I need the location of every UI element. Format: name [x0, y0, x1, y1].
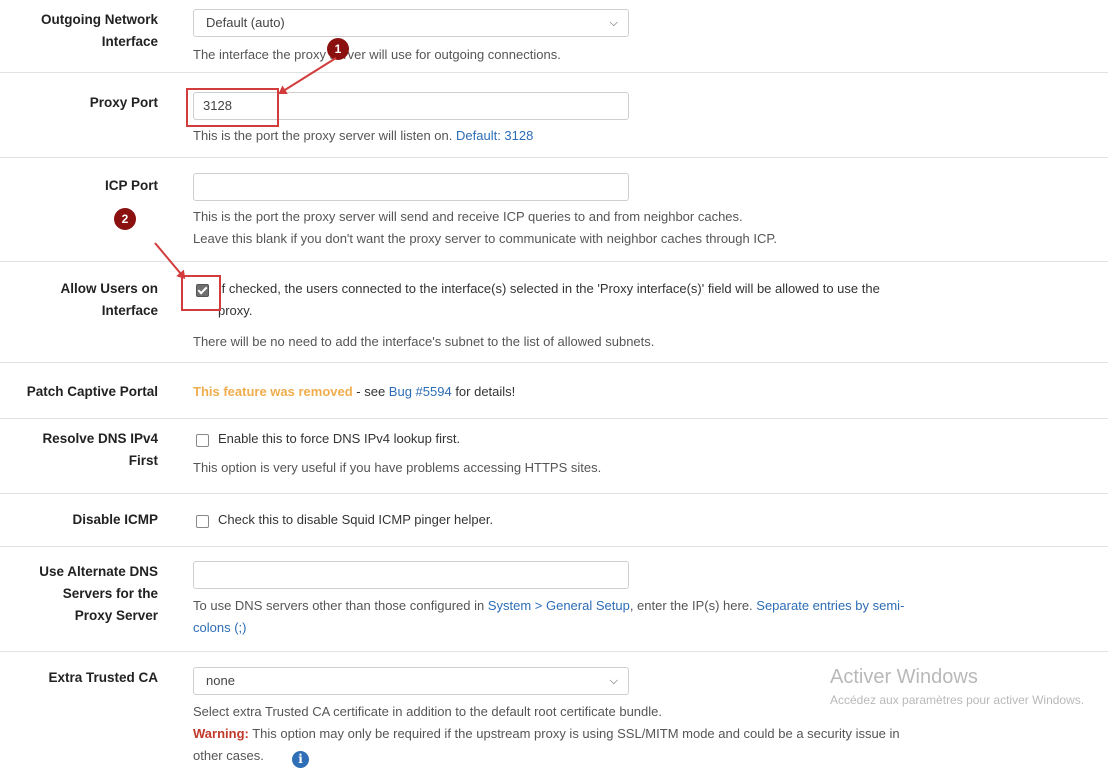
resolve-dns-label: Resolve DNS IPv4 First — [0, 428, 158, 472]
default-port-link[interactable]: Default: 3128 — [456, 128, 533, 143]
select-value: Default (auto) — [206, 15, 285, 30]
label-line: Outgoing Network — [41, 12, 158, 27]
help-text: To use DNS servers other than those conf… — [193, 598, 488, 613]
icp-port-label: ICP Port — [104, 178, 158, 193]
alternate-dns-input[interactable] — [193, 561, 629, 589]
patch-captive-portal-text: This feature was removed - see Bug #5594… — [193, 381, 515, 403]
checkbox-text-line: If checked, the users connected to the i… — [218, 281, 880, 296]
watermark-title: Activer Windows — [830, 666, 978, 688]
outgoing-interface-select[interactable]: Default (auto) ⌵ — [193, 9, 629, 37]
allow-users-checkbox-highlight — [181, 275, 221, 311]
label-line: Resolve DNS IPv4 — [42, 431, 158, 446]
extra-trusted-ca-label: Extra Trusted CA — [48, 670, 158, 685]
annotation-badge-1: 1 — [327, 38, 349, 60]
label-line: Allow Users on — [60, 281, 158, 296]
resolve-dns-text: Enable this to force DNS IPv4 lookup fir… — [218, 431, 461, 446]
label-line: Interface — [101, 34, 158, 49]
label-line: Servers for the — [62, 586, 158, 601]
extra-trusted-ca-help: Select extra Trusted CA certificate in a… — [193, 701, 1093, 767]
warning-line: other cases. — [193, 745, 1093, 767]
patch-captive-portal-row: Patch Captive Portal This feature was re… — [0, 363, 1108, 419]
extra-trusted-ca-select[interactable]: none ⌵ — [193, 667, 629, 695]
resolve-dns-row: Resolve DNS IPv4 First Enable this to fo… — [0, 419, 1108, 494]
label-line: Interface — [101, 303, 158, 318]
allow-users-text: If checked, the users connected to the i… — [218, 278, 880, 322]
select-value: none — [206, 673, 235, 688]
proxy-port-row: Proxy Port 3128 This is the port the pro… — [0, 73, 1108, 158]
chevron-down-icon: ⌵ — [609, 17, 618, 29]
warning-text: This option may only be required if the … — [248, 726, 900, 741]
chevron-down-icon: ⌵ — [609, 675, 618, 687]
alternate-dns-label: Use Alternate DNS Servers for the Proxy … — [0, 561, 158, 627]
allow-users-label: Allow Users on Interface — [0, 278, 158, 322]
disable-icmp-label: Disable ICMP — [72, 512, 158, 527]
resolve-dns-help: This option is very useful if you have p… — [193, 460, 602, 475]
resolve-dns-checkbox[interactable] — [196, 434, 209, 447]
windows-activation-watermark: Activer Windows Accédez aux paramètres p… — [830, 666, 1108, 707]
outgoing-interface-help: The interface the proxy server will use … — [193, 47, 561, 62]
details-text: for details! — [451, 384, 516, 399]
alternate-dns-help: To use DNS servers other than those conf… — [193, 595, 1093, 639]
info-icon[interactable]: i — [292, 751, 309, 768]
warning-line: Warning: This option may only be require… — [193, 723, 1093, 745]
see-text: - see — [352, 384, 389, 399]
separate-entries-link[interactable]: Separate entries by semi- — [756, 598, 904, 613]
allow-users-row: Allow Users on Interface If checked, the… — [0, 262, 1108, 363]
disable-icmp-checkbox[interactable] — [196, 515, 209, 528]
label-line: First — [128, 453, 158, 468]
proxy-port-help: This is the port the proxy server will l… — [193, 125, 533, 147]
help-line: To use DNS servers other than those conf… — [193, 595, 1093, 617]
outgoing-interface-row: Outgoing Network Interface Default (auto… — [0, 0, 1108, 73]
annotation-badge-2: 2 — [114, 208, 136, 230]
alternate-dns-row: Use Alternate DNS Servers for the Proxy … — [0, 547, 1108, 652]
help-text: This is the port the proxy server will l… — [193, 128, 453, 143]
label-line: Proxy Server — [74, 608, 158, 623]
icp-port-input[interactable] — [193, 173, 629, 201]
proxy-port-label: Proxy Port — [89, 95, 158, 110]
allow-users-help: There will be no need to add the interfa… — [193, 334, 655, 349]
label-line: Use Alternate DNS — [39, 564, 158, 579]
icp-port-row: ICP Port This is the port the proxy serv… — [0, 158, 1108, 262]
warning-label: Warning: — [193, 726, 249, 741]
disable-icmp-text: Check this to disable Squid ICMP pinger … — [218, 512, 494, 527]
outgoing-interface-label: Outgoing Network Interface — [0, 9, 158, 53]
patch-captive-portal-label: Patch Captive Portal — [26, 384, 158, 399]
watermark-subtitle: Accédez aux paramètres pour activer Wind… — [830, 693, 1085, 707]
icp-port-help: This is the port the proxy server will s… — [193, 206, 777, 250]
bug-link[interactable]: Bug #5594 — [389, 384, 452, 399]
feature-removed-text: This feature was removed — [193, 384, 353, 399]
separate-entries-link-cont[interactable]: colons (;) — [193, 617, 1093, 639]
warning-text: other cases. — [193, 748, 264, 763]
disable-icmp-row: Disable ICMP Check this to disable Squid… — [0, 494, 1108, 547]
help-line: This is the port the proxy server will s… — [193, 209, 743, 224]
proxy-port-highlight — [186, 88, 279, 127]
checkbox-text-line: proxy. — [218, 303, 253, 318]
help-line: Leave this blank if you don't want the p… — [193, 231, 777, 246]
help-text: , enter the IP(s) here. — [629, 598, 757, 613]
general-setup-link[interactable]: System > General Setup — [488, 598, 630, 613]
